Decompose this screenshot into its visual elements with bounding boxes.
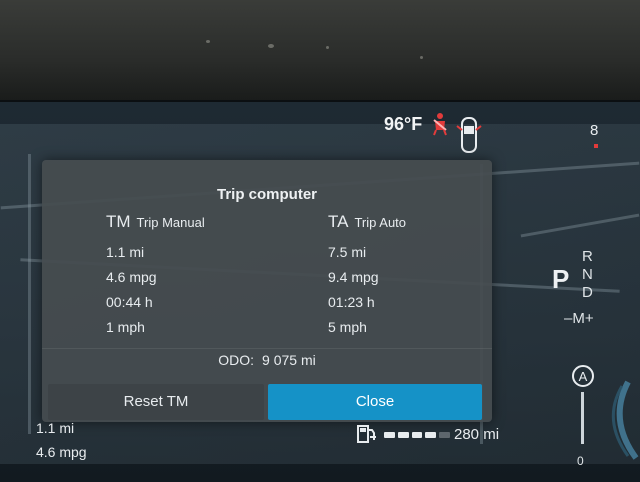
dust-speck: [326, 46, 329, 49]
dashboard-bezel: [0, 0, 640, 110]
fuel-level-segment: [425, 432, 437, 438]
trip-manual-distance: 1.1 mi: [106, 244, 145, 260]
gear-manual: –M+: [564, 310, 594, 327]
gear-selector: P R N D –M+: [548, 248, 618, 338]
dialog-title: Trip computer: [216, 186, 317, 203]
fuel-level-bar: [384, 432, 450, 438]
map-road: [520, 213, 640, 238]
trip-manual-speed: 1 mph: [106, 319, 145, 335]
trip-auto-speed: 5 mph: [328, 319, 367, 335]
trip-auto-time: 01:23 h: [328, 294, 375, 310]
gear-r: R: [582, 248, 593, 265]
fuel-level-segment: [411, 432, 423, 438]
gear-current: P: [552, 264, 570, 294]
reset-tm-button[interactable]: Reset TM: [48, 384, 264, 420]
trip-manual-header: TM Trip Manual: [106, 212, 205, 232]
fuel-pump-icon: [357, 425, 376, 443]
trip-auto-label: Trip Auto: [354, 215, 407, 230]
car-door-open-icon: [456, 117, 482, 153]
dust-speck: [420, 56, 423, 59]
gear-d: D: [582, 284, 593, 301]
trip-computer-dialog: Trip computer TM Trip Manual 1.1 mi 4.6 m…: [42, 160, 492, 422]
gear-number: 8: [590, 122, 599, 139]
dialog-divider: [42, 348, 492, 349]
close-button[interactable]: Close: [268, 384, 482, 420]
outside-temperature: 96°F: [384, 114, 423, 134]
fuel-level-segment: [384, 432, 395, 438]
current-trip-economy: 4.6 mpg: [36, 444, 87, 460]
trip-manual-column: TM Trip Manual 1.1 mi 4.6 mpg 00:44 h 1 m…: [106, 212, 205, 340]
fuel-level-segment: [397, 432, 409, 438]
fuel-level-segment: [439, 432, 450, 438]
trip-manual-time: 00:44 h: [106, 294, 153, 310]
odometer-value: 9 075 mi: [262, 352, 316, 368]
trip-manual-abbr: TM: [106, 212, 131, 231]
trip-auto-distance: 7.5 mi: [328, 244, 367, 260]
dust-speck: [206, 40, 210, 43]
auto-hold-letter: A: [579, 369, 588, 384]
power-gauge-arc: [611, 380, 639, 460]
gear-n: N: [582, 266, 593, 283]
current-trip-distance: 1.1 mi: [36, 420, 75, 436]
power-gauge-line: [581, 392, 584, 444]
trip-auto-economy: 9.4 mpg: [328, 269, 379, 285]
fuel-range-value: 280 mi: [454, 426, 500, 443]
seatbelt-warning-icon: [433, 113, 447, 136]
trip-manual-economy: 4.6 mpg: [106, 269, 157, 285]
map-road: [28, 154, 31, 434]
gear-indicator-dot: [594, 144, 598, 148]
dust-speck: [268, 44, 274, 48]
trip-manual-label: Trip Manual: [136, 215, 205, 230]
odometer-label: ODO:: [218, 352, 255, 368]
trip-auto-header: TA Trip Auto: [328, 212, 406, 232]
trip-auto-abbr: TA: [328, 212, 349, 231]
trip-auto-column: TA Trip Auto 7.5 mi 9.4 mpg 01:23 h 5 mph: [328, 212, 406, 340]
odometer: ODO: 9 075 mi: [42, 352, 492, 368]
gauge-zero-label: 0: [577, 454, 584, 468]
